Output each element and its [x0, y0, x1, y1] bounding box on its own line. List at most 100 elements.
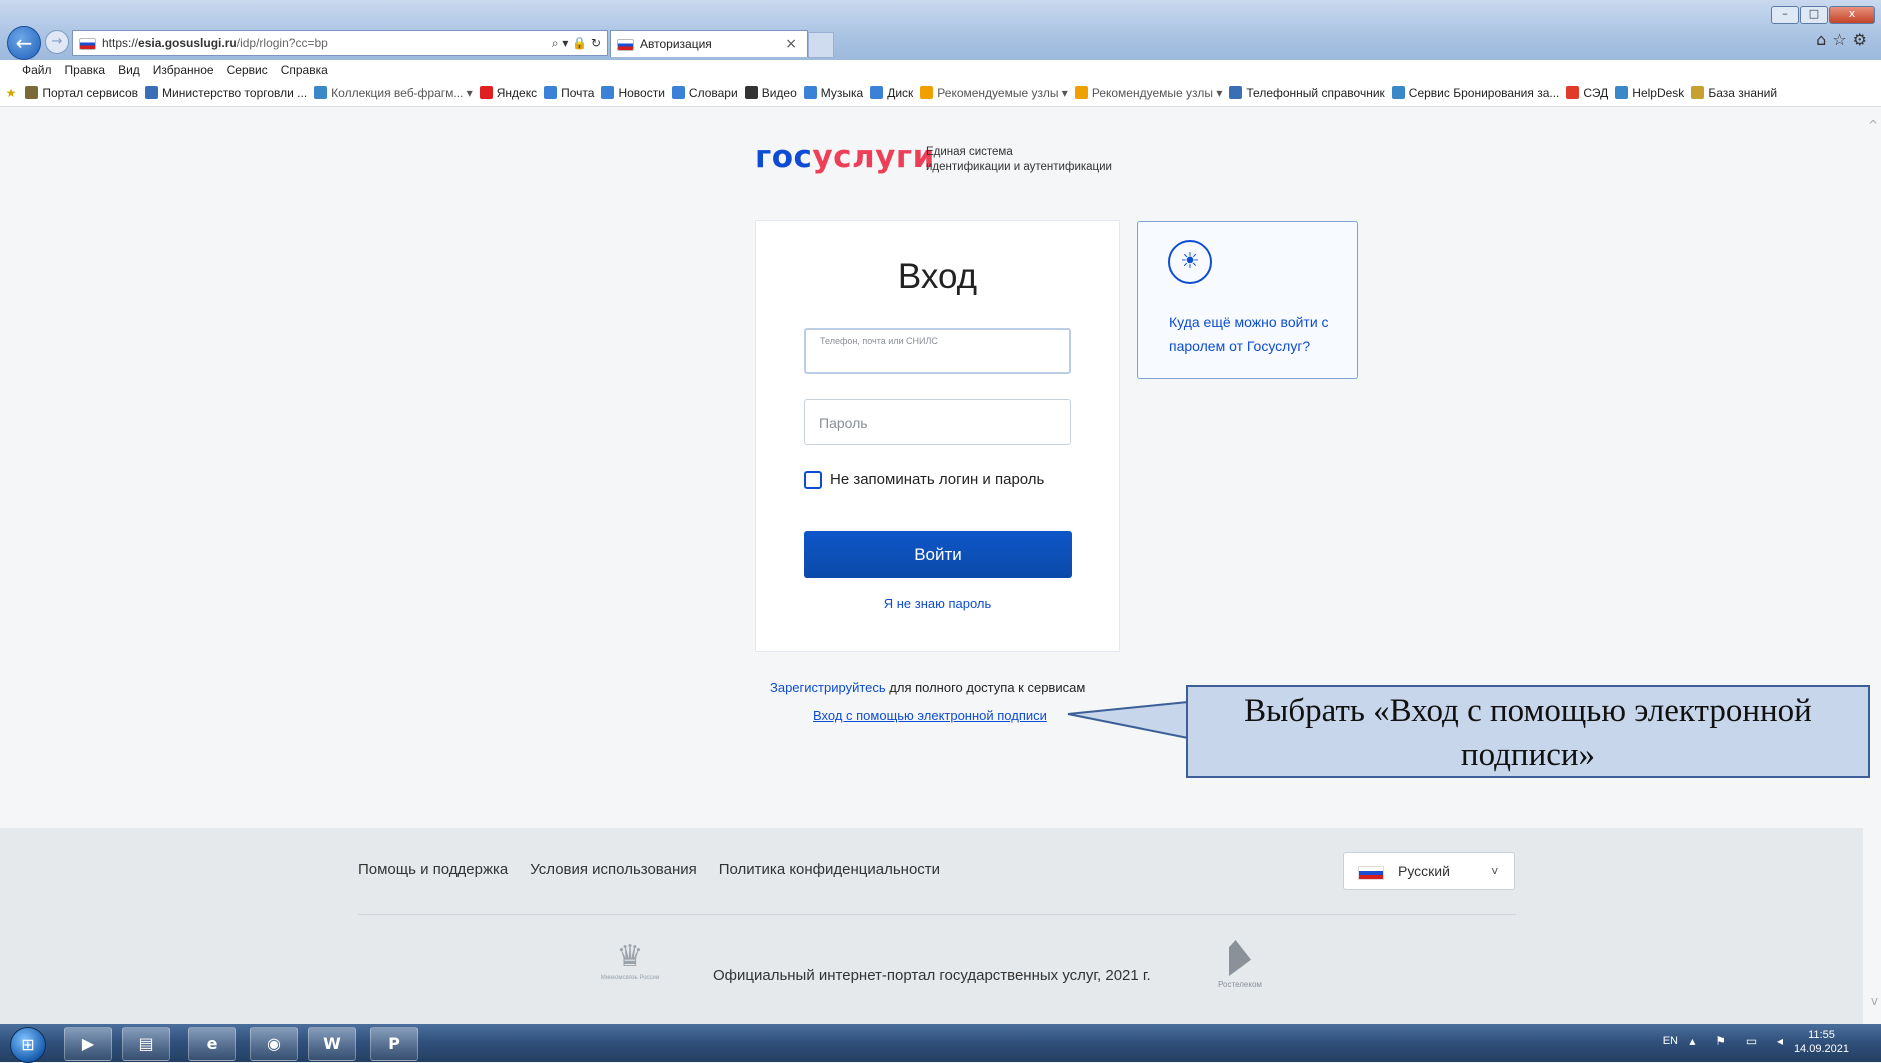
favorite-label: Видео: [761, 86, 797, 100]
logo-part-2: услуги: [812, 139, 935, 175]
tab-flag-icon: [617, 38, 634, 51]
footer-link-terms[interactable]: Условия использования: [530, 861, 697, 878]
clock[interactable]: 11:55 14.09.2021: [1794, 1028, 1849, 1056]
favorite-item[interactable]: СЭД: [1566, 80, 1608, 106]
rostelecom-logo[interactable]: Ростелеком: [1210, 940, 1270, 989]
maximize-button[interactable]: □: [1800, 6, 1828, 24]
firefox-icon[interactable]: ◉: [250, 1027, 298, 1061]
favorite-label: Сервис Бронирования за...: [1408, 86, 1560, 100]
menu-bar: Файл Правка Вид Избранное Сервис Справка: [0, 60, 1881, 80]
favorites-star-icon[interactable]: ☆: [1832, 30, 1852, 49]
menu-help[interactable]: Справка: [281, 63, 328, 77]
callout-arrow: [1067, 700, 1192, 740]
register-link[interactable]: Зарегистрируйтесь: [770, 680, 886, 695]
logo-subtitle-line-2: идентификации и аутентификации: [926, 161, 1112, 173]
url-prefix: https://: [102, 36, 139, 50]
lightbulb-icon: ☀: [1168, 240, 1212, 284]
address-bar[interactable]: https://esia.gosuslugi.ru/idp/rlogin?cc=…: [72, 30, 608, 56]
menu-file[interactable]: Файл: [22, 63, 52, 77]
minimize-button[interactable]: –: [1771, 6, 1799, 24]
favorite-item[interactable]: Рекомендуемые узлы ▾: [1074, 80, 1222, 106]
favorite-label: Музыка: [820, 86, 864, 100]
favorite-label: База знаний: [1708, 86, 1778, 100]
remember-label[interactable]: Не запоминать логин и пароль: [830, 471, 1044, 488]
start-button[interactable]: ⊞: [10, 1027, 46, 1063]
browser-chrome: ← → https://esia.gosuslugi.ru/idp/rlogin…: [0, 0, 1881, 60]
footer-link-privacy[interactable]: Политика конфиденциальности: [719, 861, 940, 878]
favorite-label: Диск: [887, 86, 914, 100]
file-explorer-icon[interactable]: ▤: [122, 1027, 170, 1061]
tray-icons[interactable]: ▴ ⚑ ▭ ◂: [1689, 1034, 1791, 1048]
close-window-button[interactable]: x: [1829, 6, 1875, 24]
login-input[interactable]: Телефон, почта или СНИЛС: [804, 328, 1071, 374]
info-text[interactable]: Куда ещё можно войти с паролем от Госусл…: [1169, 310, 1349, 358]
language-select[interactable]: Русский v: [1343, 852, 1515, 890]
chevron-down-icon: v: [1491, 864, 1498, 877]
favorite-label: Рекомендуемые узлы ▾: [937, 86, 1068, 100]
favorite-item[interactable]: Новости: [601, 80, 665, 106]
settings-gear-icon[interactable]: ⚙: [1853, 30, 1873, 49]
footer-links: Помощь и поддержка Условия использования П…: [358, 861, 962, 878]
favorite-item[interactable]: Музыка: [803, 80, 864, 106]
ministry-logo[interactable]: ♛ Минкомсвязь России: [600, 940, 660, 982]
clock-time: 11:55: [1808, 1029, 1835, 1041]
info-card[interactable]: ☀ Куда ещё можно войти с паролем от Госу…: [1137, 221, 1358, 379]
tab-authorization[interactable]: Авторизация ×: [610, 30, 808, 57]
favorite-item[interactable]: Рекомендуемые узлы ▾: [920, 80, 1068, 106]
forward-icon[interactable]: →: [45, 30, 69, 54]
address-actions-icon[interactable]: ⌕ ▾ 🔒 ↻: [552, 31, 601, 55]
footer-divider: [358, 914, 1516, 915]
favorite-item[interactable]: База знаний: [1691, 80, 1777, 106]
new-tab-button[interactable]: [808, 32, 834, 58]
password-input[interactable]: Пароль: [804, 399, 1071, 445]
window-controls: – □ x: [1770, 4, 1875, 24]
russia-flag-icon: [1358, 866, 1384, 880]
favorite-item[interactable]: Сервис Бронирования за...: [1391, 80, 1560, 106]
favorite-site-icon: [1391, 86, 1405, 99]
esign-login-link[interactable]: Вход с помощью электронной подписи: [813, 708, 1047, 723]
favorite-site-icon: [870, 86, 884, 99]
favorite-label: Министерство торговли ...: [162, 86, 308, 100]
favorite-site-icon: [544, 86, 558, 99]
internet-explorer-icon[interactable]: e: [188, 1027, 236, 1061]
tab-close-icon[interactable]: ×: [785, 31, 797, 57]
menu-view[interactable]: Вид: [118, 63, 140, 77]
favorite-item[interactable]: Портал сервисов: [25, 80, 138, 106]
powerpoint-icon[interactable]: P: [370, 1027, 418, 1061]
home-icon[interactable]: ⌂: [1816, 30, 1832, 49]
scrollbar[interactable]: [1864, 107, 1881, 1024]
media-player-icon[interactable]: ▶: [64, 1027, 112, 1061]
scroll-down-icon[interactable]: v: [1871, 994, 1878, 1008]
tab-title: Авторизация: [640, 37, 712, 51]
remember-row[interactable]: Не запоминать логин и пароль: [804, 471, 1044, 490]
favorites-star-icon[interactable]: ★: [0, 80, 22, 106]
url-path: /idp/rlogin?cc=bp: [236, 36, 328, 50]
logo-part-1: гос: [755, 139, 813, 175]
menu-edit[interactable]: Правка: [65, 63, 106, 77]
menu-favorites[interactable]: Избранное: [153, 63, 214, 77]
footer-link-help[interactable]: Помощь и поддержка: [358, 861, 508, 878]
word-icon[interactable]: W: [308, 1027, 356, 1061]
login-button[interactable]: Войти: [804, 531, 1072, 578]
instruction-callout: Выбрать «Вход с помощью электронной подп…: [1186, 685, 1870, 778]
favorite-item[interactable]: Словари: [671, 80, 738, 106]
favorite-item[interactable]: Министерство торговли ...: [145, 80, 307, 106]
remember-checkbox[interactable]: [804, 471, 822, 490]
back-icon[interactable]: ←: [7, 26, 41, 60]
favorite-item[interactable]: HelpDesk: [1615, 80, 1684, 106]
favorite-item[interactable]: Коллекция веб-фрагм... ▾: [314, 80, 473, 106]
favorite-item[interactable]: Диск: [870, 80, 913, 106]
favorite-label: СЭД: [1583, 86, 1609, 100]
forgot-password-link[interactable]: Я не знаю пароль: [756, 596, 1119, 611]
input-language[interactable]: EN: [1663, 1035, 1678, 1047]
favorite-item[interactable]: Почта: [544, 80, 594, 106]
favorite-site-icon: [671, 86, 685, 99]
favorite-item[interactable]: Видео: [744, 80, 797, 106]
clock-date: 14.09.2021: [1793, 1043, 1849, 1055]
favorite-item[interactable]: Яндекс: [479, 80, 537, 106]
gosuslugi-logo[interactable]: госуслуги: [755, 139, 935, 175]
favorite-label: Словари: [688, 86, 738, 100]
favorite-item[interactable]: Телефонный справочник: [1229, 80, 1385, 106]
scroll-up-icon[interactable]: ^: [1868, 118, 1878, 132]
menu-tools[interactable]: Сервис: [227, 63, 268, 77]
